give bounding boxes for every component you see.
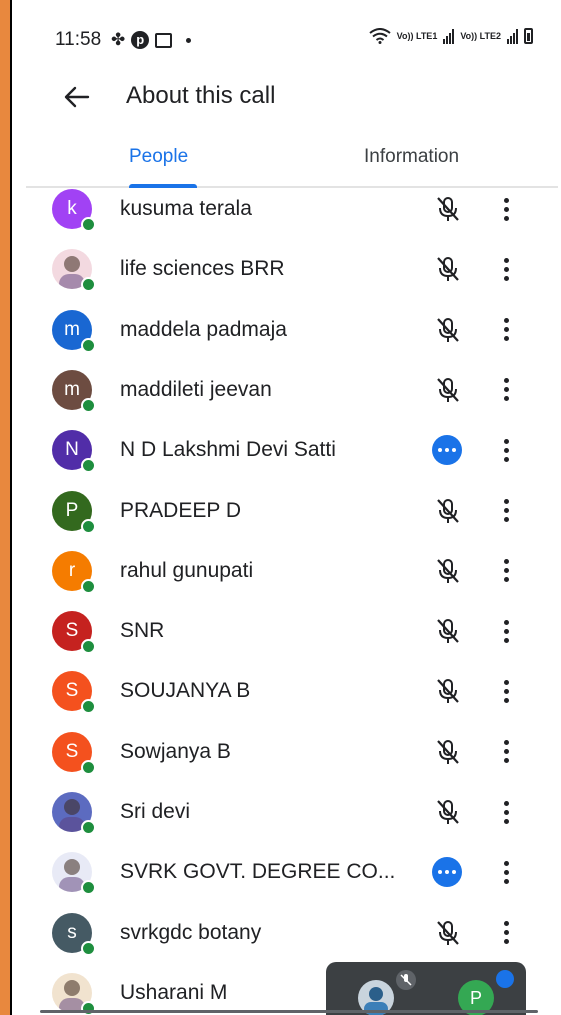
status-time: 11:58 (55, 29, 102, 50)
self-view-pip[interactable]: P (326, 962, 526, 1015)
participant-name: maddileti jeevan (120, 377, 272, 401)
participant-name: Sowjanya B (120, 739, 231, 763)
pip-mic-off-icon (396, 970, 416, 990)
participant-row[interactable]: k kusuma terala (12, 180, 561, 239)
mic-off-icon (432, 314, 464, 346)
mic-off-icon (432, 615, 464, 647)
online-indicator (81, 639, 96, 655)
gallery-icon (155, 32, 173, 48)
mic-off-icon (432, 374, 464, 406)
participant-row[interactable]: s svrkgdc botany (12, 903, 561, 963)
online-indicator (81, 217, 96, 232)
battery-icon (524, 28, 533, 44)
mic-off-icon (432, 796, 464, 828)
status-bar: 11:58 ✤ p Vo)) LTE1 Vo)) LTE2 (12, 0, 561, 80)
participant-row[interactable]: life sciences BRR (12, 239, 561, 299)
participant-name: kusuma terala (120, 197, 252, 220)
online-indicator (81, 759, 96, 775)
online-indicator (81, 458, 96, 474)
more-vert-icon[interactable] (498, 675, 514, 707)
online-indicator (81, 699, 96, 715)
participant-row[interactable]: SVRK GOVT. DEGREE CO... (12, 842, 561, 902)
phone-screen: 11:58 ✤ p Vo)) LTE1 Vo)) LTE2 About this… (12, 0, 561, 1015)
more-vert-icon[interactable] (498, 314, 514, 346)
more-vert-icon[interactable] (498, 434, 514, 466)
participant-name: maddela padmaja (120, 317, 287, 341)
participant-name: Usharani M (120, 980, 228, 1004)
online-indicator (81, 820, 96, 835)
mic-off-icon (432, 193, 464, 225)
participant-name: SNR (120, 619, 165, 643)
mic-off-icon (432, 736, 464, 768)
gesture-nav-bar (40, 1010, 538, 1013)
more-vert-icon[interactable] (498, 253, 514, 285)
signal2-icon (507, 28, 518, 44)
more-vert-icon[interactable] (498, 796, 514, 828)
mic-off-icon (432, 495, 464, 527)
participant-name: N D Lakshmi Devi Satti (120, 438, 336, 462)
page-title: About this call (126, 82, 276, 109)
more-vert-icon[interactable] (498, 374, 514, 406)
participant-name: PRADEEP D (120, 498, 241, 522)
online-indicator (81, 518, 96, 534)
mic-off-icon (432, 555, 464, 587)
lte1-label: Vo)) LTE1 (396, 30, 438, 41)
online-indicator (81, 578, 96, 594)
participant-row[interactable]: NN D Lakshmi Devi Satti (12, 420, 561, 480)
participants-list[interactable]: k kusuma terala life sciences BRR m maddela … (12, 180, 561, 1015)
pinterest-icon: p (131, 31, 150, 49)
mic-off-icon (432, 917, 464, 949)
more-vert-icon[interactable] (498, 856, 514, 888)
online-indicator (81, 940, 96, 956)
more-vert-icon[interactable] (498, 193, 514, 225)
participant-name: SOUJANYA B (120, 679, 251, 703)
pip-status-dot (496, 970, 514, 988)
participant-row[interactable]: Sri devi (12, 782, 561, 842)
more-vert-icon[interactable] (498, 615, 514, 647)
online-indicator (81, 337, 96, 353)
tab-people[interactable]: People (129, 146, 188, 168)
participant-name: SVRK GOVT. DEGREE CO... (120, 860, 396, 884)
participant-name: life sciences BRR (120, 257, 285, 281)
participant-name: Sri devi (120, 800, 191, 823)
participant-row[interactable]: m maddileti jeevan (12, 360, 561, 420)
wifi-icon (369, 28, 391, 44)
more-horizontal-icon (432, 857, 462, 888)
online-indicator (81, 277, 96, 293)
more-horizontal-icon (432, 435, 462, 466)
app-header: About this call (12, 72, 561, 128)
participant-name: rahul gunupati (120, 558, 254, 582)
participant-row[interactable]: S SNR (12, 601, 561, 661)
mic-off-icon (432, 675, 464, 707)
more-vert-icon[interactable] (498, 917, 514, 949)
participant-row[interactable]: S SOUJANYA B (12, 661, 561, 721)
mic-off-icon (432, 253, 464, 285)
arrow-back-icon[interactable] (62, 82, 92, 112)
signal1-icon (443, 28, 455, 44)
participant-name: svrkgdc botany (120, 920, 262, 944)
notification-dot-icon (186, 37, 192, 43)
participant-row[interactable]: P PRADEEP D (12, 481, 561, 541)
more-vert-icon[interactable] (498, 495, 514, 527)
tab-information[interactable]: Information (364, 146, 459, 168)
more-vert-icon[interactable] (498, 555, 514, 587)
online-indicator (81, 880, 96, 896)
participant-row[interactable]: r rahul gunupati (12, 541, 561, 601)
device-frame: 11:58 ✤ p Vo)) LTE1 Vo)) LTE2 About this… (10, 0, 561, 1015)
more-vert-icon[interactable] (498, 736, 514, 768)
lte2-label: Vo)) LTE2 (460, 30, 501, 41)
online-indicator (81, 397, 96, 413)
pinwheel-icon: ✤ (111, 30, 126, 49)
participant-row[interactable]: m maddela padmaja (12, 300, 561, 360)
participant-row[interactable]: S Sowjanya B (12, 722, 561, 782)
